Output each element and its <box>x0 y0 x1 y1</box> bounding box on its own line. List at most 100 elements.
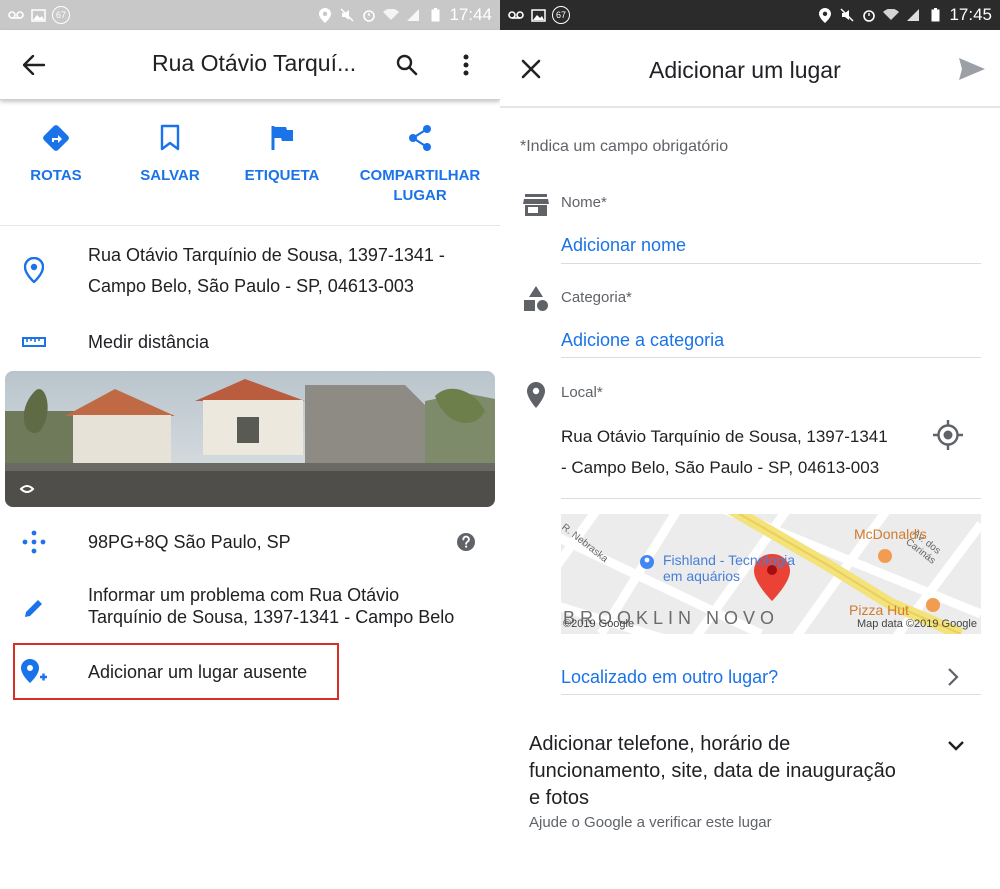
map-poi-fishland: Fishland - Tecnologia em aquários <box>663 552 795 584</box>
plus-code-text[interactable]: 98PG+8Q São Paulo, SP <box>88 527 291 558</box>
edit-pencil-icon <box>20 594 48 622</box>
chevron-right-icon <box>946 667 960 687</box>
status-time: 17:45 <box>949 5 992 24</box>
required-hint: *Indica um campo obrigatório <box>520 138 729 155</box>
plus-code-icon <box>20 528 48 556</box>
status-time: 17:44 <box>449 5 492 24</box>
located-elsewhere-link[interactable]: Localizado em outro lugar? <box>561 667 778 688</box>
top-app-bar: Rua Otávio Tarquí... <box>0 30 500 100</box>
more-details-subtitle: Ajude o Google a verificar este lugar <box>529 814 772 831</box>
map-poi-fishland-line-1: Fishland - Tecnologia <box>663 552 796 568</box>
mute-icon <box>839 8 855 22</box>
street-view-photo[interactable] <box>5 371 495 507</box>
name-field[interactable]: Adicionar nome <box>561 235 686 256</box>
address-text[interactable]: Rua Otávio Tarquínio de Sousa, 1397-1341… <box>88 240 445 302</box>
share-button[interactable]: COMPARTILHAR LUGAR <box>355 112 485 206</box>
signal-icon <box>905 8 921 22</box>
directions-icon <box>43 125 69 151</box>
label-label: ETIQUETA <box>244 167 320 184</box>
notification-count-badge: 67 <box>552 6 570 24</box>
image-icon <box>530 8 546 22</box>
report-line-2: Tarquínio de Sousa, 1397-1341 - Campo Be… <box>88 607 455 627</box>
category-field-underline <box>561 357 981 358</box>
close-icon <box>521 59 541 79</box>
measure-distance-item[interactable]: Medir distância <box>88 327 209 358</box>
add-place-screen: 67 17:45 Adicionar um lugar *Indica um c… <box>500 0 1000 889</box>
location-pin-icon <box>522 381 550 409</box>
category-field-label: Categoria* <box>561 289 632 306</box>
more-details-line-3: e fotos <box>529 787 590 809</box>
label-button[interactable]: ETIQUETA <box>237 112 327 186</box>
close-button[interactable] <box>511 49 551 89</box>
location-address[interactable]: Rua Otávio Tarquínio de Sousa, 1397-1341… <box>561 421 888 483</box>
location-field-label: Local* <box>561 384 603 401</box>
status-bar: 67 17:45 <box>500 0 1000 30</box>
save-label: SALVAR <box>140 167 200 184</box>
gps-fixed-icon <box>933 420 963 450</box>
more-details-title: Adicionar telefone, horário de funcionam… <box>529 731 969 812</box>
more-vert-icon <box>463 54 469 75</box>
signal-icon <box>405 8 421 22</box>
add-more-details-section[interactable]: Adicionar telefone, horário de funcionam… <box>529 731 969 831</box>
location-line-2: - Campo Belo, São Paulo - SP, 04613-003 <box>561 458 880 477</box>
wifi-icon <box>383 8 400 22</box>
send-button[interactable] <box>952 49 992 89</box>
alarm-icon <box>861 8 877 22</box>
map-poi-mcdonalds: McDonald's <box>854 526 927 542</box>
bookmark-icon <box>160 124 180 151</box>
help-icon <box>457 533 475 551</box>
page-title: Rua Otávio Tarquí... <box>152 50 357 76</box>
share-label: COMPARTILHAR <box>359 167 481 184</box>
back-button[interactable] <box>14 45 54 85</box>
wifi-icon <box>883 8 900 22</box>
store-icon <box>522 191 550 219</box>
map-copyright: ©2019 Google <box>563 618 635 630</box>
send-icon <box>959 58 985 80</box>
arrow-back-icon <box>23 54 45 75</box>
search-icon <box>396 54 418 75</box>
elsewhere-divider <box>561 694 981 695</box>
battery-icon <box>927 8 943 22</box>
report-problem-item[interactable]: Informar um problema com Rua Otávio Tarq… <box>88 584 454 628</box>
place-pin-icon <box>20 256 48 284</box>
mute-icon <box>339 8 355 22</box>
location-icon <box>817 7 833 23</box>
more-options-button[interactable] <box>446 45 486 85</box>
map-poi-pizzahut: Pizza Hut <box>849 602 909 618</box>
name-field-underline <box>561 263 981 264</box>
name-field-label: Nome* <box>561 194 607 211</box>
status-bar: 67 17:44 <box>0 0 500 30</box>
flag-icon <box>271 126 293 150</box>
my-location-button[interactable] <box>932 419 964 451</box>
share-label-2: LUGAR <box>393 187 447 204</box>
ruler-icon <box>20 328 48 356</box>
image-icon <box>30 8 46 22</box>
directions-label: ROTAS <box>30 167 82 184</box>
report-line-1: Informar um problema com Rua Otávio <box>88 585 400 605</box>
battery-icon <box>427 8 443 22</box>
top-app-bar: Adicionar um lugar <box>500 30 1000 108</box>
more-details-line-2: funcionamento, site, data de inauguração <box>529 760 896 782</box>
category-icon <box>522 285 550 313</box>
location-divider <box>561 498 981 499</box>
directions-button[interactable]: ROTAS <box>16 112 96 186</box>
location-icon <box>317 7 333 23</box>
map-data-attribution: Map data ©2019 Google <box>856 618 977 630</box>
category-field[interactable]: Adicione a categoria <box>561 330 724 351</box>
expand-chevron-icon[interactable] <box>946 739 966 753</box>
voicemail-icon <box>8 8 24 22</box>
highlight-box <box>13 643 339 700</box>
save-button[interactable]: SALVAR <box>130 112 210 186</box>
map-preview[interactable]: R. Nebraska Av. dos Carinás Fishland - T… <box>561 514 981 634</box>
help-button[interactable] <box>456 532 476 552</box>
map-poi-fishland-line-2: em aquários <box>663 568 741 584</box>
page-title: Adicionar um lugar <box>649 57 841 83</box>
share-icon <box>409 125 431 151</box>
place-actions-row: ROTAS SALVAR ETIQUETA COMPARTILHAR LUGAR <box>0 112 500 226</box>
address-line-1: Rua Otávio Tarquínio de Sousa, 1397-1341… <box>88 245 445 265</box>
street-view-360-icon <box>15 485 35 497</box>
search-button[interactable] <box>387 45 427 85</box>
location-line-1: Rua Otávio Tarquínio de Sousa, 1397-1341 <box>561 427 888 446</box>
address-line-2: Campo Belo, São Paulo - SP, 04613-003 <box>88 276 414 296</box>
notification-count-badge: 67 <box>52 6 70 24</box>
